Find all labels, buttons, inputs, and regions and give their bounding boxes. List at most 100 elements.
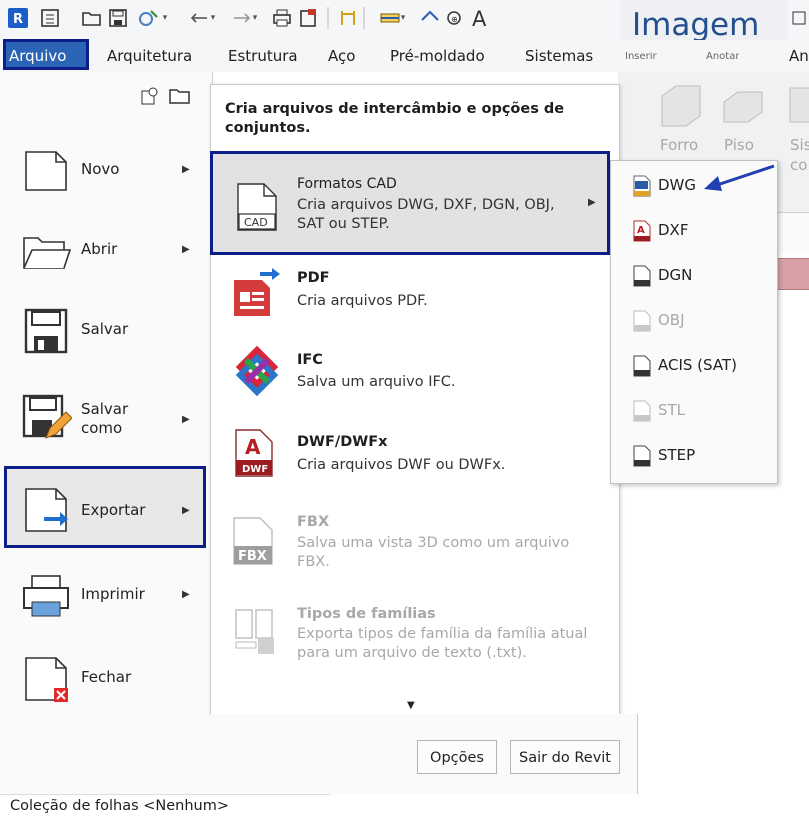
export-item-title: DWF/DWFx bbox=[297, 434, 388, 450]
save-icon[interactable] bbox=[106, 4, 130, 32]
menu-item-fechar[interactable]: Fechar bbox=[0, 646, 210, 712]
sync-central-icon[interactable]: ▾ bbox=[132, 4, 172, 32]
open-documents-icon[interactable] bbox=[168, 86, 192, 106]
tab-aco[interactable]: Aço bbox=[328, 45, 355, 67]
export-item-desc: Cria arquivos DWF ou DWFx. bbox=[297, 457, 506, 473]
sat-icon bbox=[633, 355, 651, 377]
menu-item-label: Exportar bbox=[81, 501, 146, 519]
flyout-item-label: DGN bbox=[658, 266, 693, 284]
ribbon-piso-label[interactable]: Piso bbox=[724, 136, 754, 154]
flyout-item-label: OBJ bbox=[658, 311, 685, 329]
flyout-item-label: STEP bbox=[658, 446, 696, 464]
dgn-icon bbox=[633, 265, 651, 287]
menu-item-label-line1: Salvar bbox=[81, 400, 129, 418]
flyout-item-stl: STL bbox=[632, 395, 772, 425]
step-icon bbox=[633, 445, 651, 467]
tab-estrutura[interactable]: Estrutura bbox=[228, 45, 298, 67]
svg-text:FBX: FBX bbox=[238, 549, 267, 564]
angular-dimension-icon[interactable] bbox=[418, 4, 442, 32]
export-item-title: FBX bbox=[297, 514, 330, 530]
cad-file-icon: CAD bbox=[237, 183, 277, 231]
save-as-icon bbox=[22, 394, 72, 439]
piso-icon bbox=[723, 91, 763, 123]
undo-icon[interactable]: ▾ bbox=[184, 4, 220, 32]
export-item-desc: Exporta tipos de família da família atua… bbox=[297, 626, 588, 661]
dwf-icon: A DWF bbox=[235, 429, 273, 477]
tab-sistemas[interactable]: Sistemas bbox=[525, 45, 593, 67]
toolbar-separator bbox=[362, 4, 366, 32]
ribbon-forro-label[interactable]: Forro bbox=[660, 136, 698, 154]
export-item-title: IFC bbox=[297, 352, 323, 368]
options-button[interactable]: Opções bbox=[417, 740, 497, 774]
forro-icon bbox=[661, 85, 701, 127]
dwg-icon bbox=[633, 175, 651, 197]
tab-pre-moldado[interactable]: Pré-moldado bbox=[390, 45, 485, 67]
export-icon bbox=[25, 488, 68, 532]
status-bar: Coleção de folhas <Nenhum> bbox=[0, 794, 330, 825]
export-submenu-heading: Cria arquivos de intercâmbio e opções de… bbox=[225, 101, 565, 136]
submenu-arrow-icon: ▶ bbox=[182, 505, 190, 516]
view-tab-strip bbox=[776, 258, 809, 290]
export-item-title: Tipos de famílias bbox=[297, 606, 436, 622]
redo-icon[interactable]: ▾ bbox=[226, 4, 262, 32]
sheet-icon[interactable] bbox=[296, 4, 320, 32]
tab-analisar[interactable]: An bbox=[789, 45, 809, 67]
tab-anotar[interactable]: Anotar bbox=[706, 52, 739, 64]
family-types-icon bbox=[235, 609, 274, 654]
submenu-arrow-icon: ▶ bbox=[182, 244, 190, 255]
menu-item-novo[interactable]: Novo ▶ bbox=[0, 138, 210, 204]
menu-item-salvar[interactable]: Salvar bbox=[0, 298, 210, 364]
annotation-arrow bbox=[704, 164, 775, 191]
revit-logo-icon[interactable]: R bbox=[6, 4, 30, 32]
flyout-item-step[interactable]: STEP bbox=[632, 440, 772, 470]
svg-text:A: A bbox=[245, 435, 261, 459]
measure-icon[interactable] bbox=[336, 4, 360, 32]
exit-revit-button[interactable]: Sair do Revit bbox=[510, 740, 620, 774]
submenu-arrow-icon: ▶ bbox=[182, 414, 190, 425]
flyout-item-dxf[interactable]: A DXF bbox=[632, 215, 772, 245]
dimension-icon[interactable]: ▾ bbox=[372, 4, 412, 32]
properties-icon[interactable] bbox=[38, 4, 62, 32]
close-file-icon bbox=[25, 657, 68, 702]
flyout-item-obj: OBJ bbox=[632, 305, 772, 335]
tab-inserir[interactable]: Inserir bbox=[625, 52, 657, 64]
tag-icon[interactable]: ⊕ bbox=[442, 4, 466, 32]
menu-item-label: Fechar bbox=[81, 668, 132, 686]
submenu-arrow-icon: ▶ bbox=[588, 197, 596, 208]
svg-text:DWF: DWF bbox=[242, 464, 268, 475]
open-folder-icon[interactable] bbox=[80, 4, 104, 32]
flyout-item-acis-sat[interactable]: ACIS (SAT) bbox=[632, 350, 772, 380]
menu-item-imprimir[interactable]: Imprimir ▶ bbox=[0, 562, 210, 628]
obj-icon bbox=[633, 310, 651, 332]
ribbon-sistema-label-2: co bbox=[790, 156, 808, 174]
scroll-down-icon[interactable]: ▼ bbox=[407, 700, 415, 711]
menu-item-exportar[interactable]: Exportar ▶ bbox=[0, 477, 210, 543]
save-disk-icon bbox=[24, 308, 68, 354]
export-item-desc: Cria arquivos DWG, DXF, DGN, OBJ, SAT ou… bbox=[297, 197, 555, 232]
submenu-arrow-icon: ▶ bbox=[182, 589, 190, 600]
sistema-icon bbox=[789, 87, 809, 123]
print-icon[interactable] bbox=[270, 4, 294, 32]
toolbar-separator bbox=[326, 4, 330, 32]
export-item-title: PDF bbox=[297, 270, 330, 286]
ifc-icon bbox=[235, 346, 279, 396]
printer-icon bbox=[23, 575, 69, 617]
flyout-item-label: STL bbox=[658, 401, 686, 419]
export-item-title: Formatos CAD bbox=[297, 176, 397, 192]
menu-item-label: Abrir bbox=[81, 240, 118, 258]
menu-item-label: Imprimir bbox=[81, 585, 145, 603]
text-icon[interactable]: A bbox=[468, 4, 492, 32]
pdf-icon bbox=[234, 268, 280, 316]
dxf-icon: A bbox=[633, 220, 651, 242]
menu-item-label-line2: como bbox=[81, 419, 123, 437]
tab-arquivo[interactable]: Arquivo bbox=[9, 45, 66, 67]
menu-item-salvar-como[interactable]: Salvar como ▶ bbox=[0, 384, 210, 450]
ribbon-sistema-label[interactable]: Sist bbox=[790, 136, 809, 154]
menu-item-abrir[interactable]: Abrir ▶ bbox=[0, 218, 210, 284]
recent-documents-icon[interactable] bbox=[139, 86, 159, 106]
tab-arquitetura[interactable]: Arquitetura bbox=[107, 45, 192, 67]
export-item-desc: Salva uma vista 3D como um arquivo FBX. bbox=[297, 535, 570, 570]
flyout-item-dgn[interactable]: DGN bbox=[632, 260, 772, 290]
window-switch-icon[interactable] bbox=[788, 4, 809, 32]
svg-text:CAD: CAD bbox=[244, 216, 268, 229]
